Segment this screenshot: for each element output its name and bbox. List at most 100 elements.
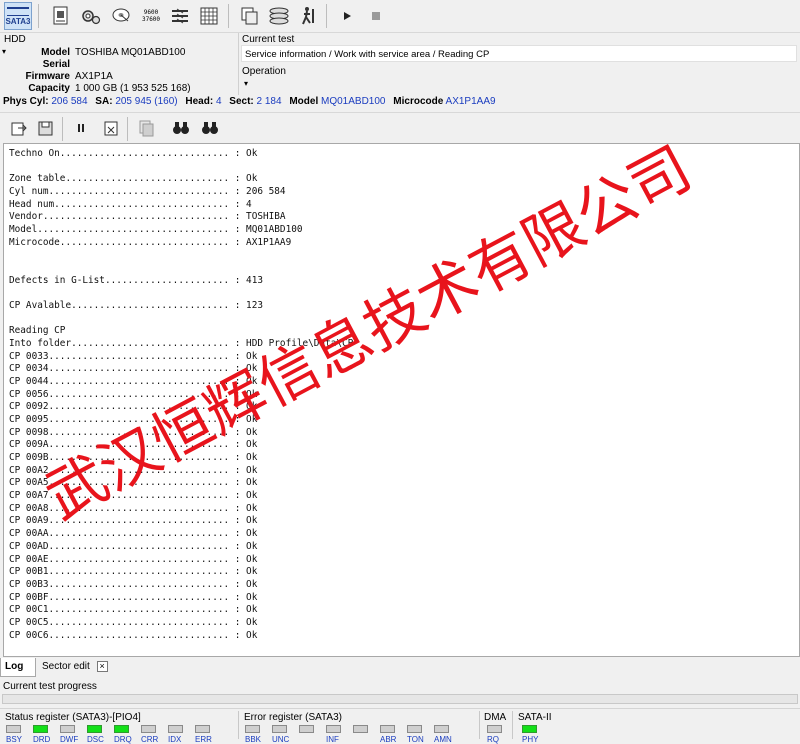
hdd-capacity-row: Capacity 1 000 GB (1 953 525 168)	[0, 83, 237, 95]
model-value: MQ01ABD100	[321, 96, 386, 107]
play-icon	[344, 12, 351, 20]
tab-sector-edit-label: Sector edit	[42, 661, 90, 672]
log-line: CP 0092................................ …	[9, 401, 258, 413]
led-unused	[353, 725, 368, 733]
main-toolbar: SATA3 9600 37600	[0, 0, 800, 33]
hdd-model-value: TOSHIBA MQ01ABD100	[75, 47, 186, 58]
phys-cyl-label: Phys Cyl:	[3, 96, 49, 107]
hdd-firmware-label: Firmware	[25, 71, 70, 82]
log-line: CP 00A8................................ …	[9, 502, 258, 514]
log-line: CP 0033................................ …	[9, 350, 258, 362]
tab-log[interactable]: Log	[0, 658, 36, 677]
led-label: TON	[407, 735, 424, 744]
dma-leds	[487, 725, 514, 733]
dropdown-arrow-icon: ▾	[244, 79, 249, 88]
person-walk-icon	[302, 7, 314, 25]
status-register-title: Status register (SATA3)-[PIO4]	[5, 712, 141, 723]
tab-sector-edit[interactable]: Sector edit ×	[38, 658, 112, 677]
status-register-labels: BSY DRD DWF DSC DRQ CRR IDX ERR	[6, 735, 222, 744]
led-idx	[168, 725, 183, 733]
log-text: Techno On.............................. …	[9, 148, 353, 642]
toolbar-divider	[62, 117, 63, 141]
copy-button[interactable]	[236, 2, 264, 30]
log-line: CP 00C1................................ …	[9, 604, 258, 616]
drive-map-button[interactable]	[107, 2, 135, 30]
log-save-button[interactable]	[35, 117, 57, 139]
error-register-leds	[245, 725, 461, 733]
find-button[interactable]	[170, 117, 192, 139]
hdd-firmware-row: Firmware AX1P1A	[0, 71, 237, 83]
led-bbk	[245, 725, 260, 733]
hdd-model-row: Model TOSHIBA MQ01ABD100	[0, 47, 237, 59]
grid-icon	[200, 7, 218, 25]
led-label: PHY	[522, 735, 539, 744]
table-button[interactable]	[195, 2, 223, 30]
led-label	[299, 735, 326, 744]
phys-cyl-value: 206 584	[51, 96, 88, 107]
log-line: CP 0095................................ …	[9, 414, 258, 426]
export-icon	[11, 122, 27, 136]
led-err	[195, 725, 210, 733]
dma-labels: RQ	[487, 735, 514, 744]
log-line: Zone table............................. …	[9, 173, 258, 185]
led-label: INF	[326, 735, 339, 744]
dma-title: DMA	[484, 712, 507, 723]
led-phy	[522, 725, 537, 733]
log-line: Cyl num................................ …	[9, 186, 286, 198]
log-line: Head num............................... …	[9, 198, 252, 210]
drive-id-button[interactable]	[47, 2, 75, 30]
stop-button[interactable]	[362, 2, 390, 30]
log-line: CP 009B................................ …	[9, 452, 258, 464]
start-button[interactable]	[333, 2, 361, 30]
led-label: ERR	[195, 735, 212, 744]
error-register-labels: BBK UNC INF ABR TON AMN	[245, 735, 461, 744]
sata2-title: SATA-II	[518, 712, 552, 723]
sata3-port-button[interactable]: SATA3	[4, 2, 32, 30]
log-output[interactable]: Techno On.............................. …	[3, 143, 800, 657]
tab-log-label: Log	[5, 661, 24, 672]
sect-label: Sect:	[229, 96, 254, 107]
walk-button[interactable]	[294, 2, 322, 30]
pause-button[interactable]	[70, 117, 92, 139]
log-line: CP 00A2................................ …	[9, 464, 258, 476]
log-line: CP 00BF................................ …	[9, 591, 258, 603]
operation-dropdown[interactable]: ▾	[241, 79, 797, 93]
led-abr	[380, 725, 395, 733]
log-line: Into folder............................ …	[9, 338, 354, 350]
hdd-serial-label: Serial	[42, 59, 70, 70]
sector-count-icon: 9600 37600	[141, 9, 161, 23]
log-line: CP 00C6................................ …	[9, 629, 258, 641]
progress-label: Current test progress	[3, 681, 97, 692]
led-label: CRR	[141, 735, 159, 744]
sata3-badge: SATA3	[5, 6, 31, 26]
register-divider	[479, 711, 480, 739]
find-next-button[interactable]	[199, 117, 221, 139]
head-value: 4	[215, 96, 222, 107]
hdd-firmware-value: AX1P1A	[75, 71, 113, 82]
led-ton	[407, 725, 422, 733]
log-clear-button[interactable]	[100, 117, 122, 139]
led-label: BSY	[6, 735, 23, 744]
heads-button[interactable]	[166, 2, 194, 30]
log-open-button[interactable]	[8, 117, 30, 139]
settings-button[interactable]	[77, 2, 105, 30]
toolbar-divider	[228, 4, 229, 28]
disk-icon	[112, 8, 130, 22]
log-line: CP 00A7................................ …	[9, 490, 258, 502]
sectors-button[interactable]: 9600 37600	[137, 2, 165, 30]
head-label: Head:	[185, 96, 214, 107]
log-line: CP 00AE................................ …	[9, 553, 258, 565]
sect-value: 2 184	[256, 96, 282, 107]
log-line: Vendor................................. …	[9, 211, 286, 223]
log-copy-button[interactable]	[135, 117, 157, 139]
led-label: DWF	[60, 735, 79, 744]
led-label: DSC	[87, 735, 104, 744]
led-label: BBK	[245, 735, 262, 744]
led-label: AMN	[434, 735, 452, 744]
close-icon[interactable]: ×	[96, 661, 108, 672]
error-register-title: Error register (SATA3)	[244, 712, 342, 723]
disk-stack-button[interactable]	[265, 2, 293, 30]
led-amn	[434, 725, 449, 733]
